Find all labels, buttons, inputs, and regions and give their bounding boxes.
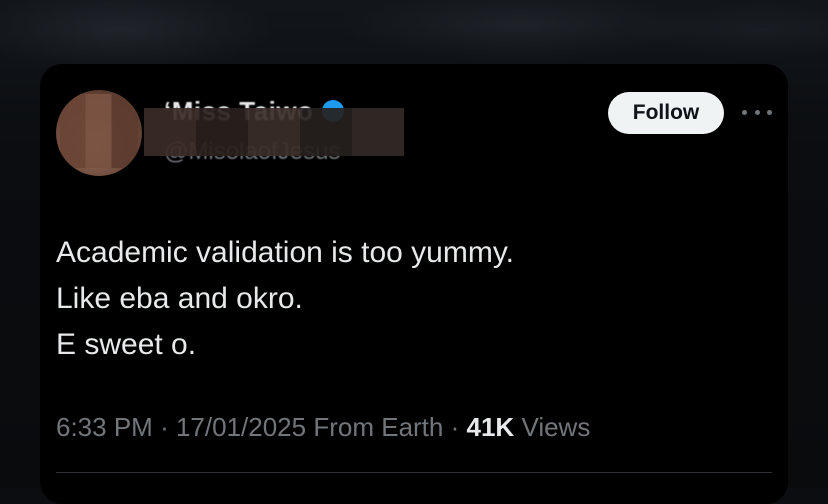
tweet-time[interactable]: 6:33 PM — [56, 412, 153, 442]
tweet-line: E sweet o. — [56, 328, 197, 361]
views-count[interactable]: 41K — [467, 412, 515, 442]
meta-separator: · — [450, 412, 460, 442]
tweet-card: ‘Miss Taiwo @MisolaofJesus Follow Academ… — [40, 64, 788, 504]
divider — [56, 472, 772, 473]
tweet-date[interactable]: 17/01/2025 — [176, 412, 306, 442]
more-dot — [754, 109, 760, 115]
views-label[interactable]: Views — [521, 412, 590, 442]
tweet-line: Like eba and okro. — [56, 282, 303, 315]
avatar-censor-blur — [60, 94, 138, 168]
tweet-source: From Earth — [313, 412, 444, 442]
tweet-meta: 6:33 PM · 17/01/2025 From Earth · 41K Vi… — [56, 412, 590, 443]
more-horizontal-icon[interactable] — [742, 102, 772, 122]
avatar[interactable] — [56, 90, 142, 176]
tweet-text: Academic validation is too yummy. Like e… — [56, 230, 756, 368]
more-dot — [767, 109, 772, 115]
name-censor-overlay — [144, 108, 404, 156]
more-dot — [742, 109, 747, 115]
tweet-line: Academic validation is too yummy. — [56, 236, 514, 269]
meta-separator: · — [160, 412, 169, 442]
follow-button[interactable]: Follow — [608, 92, 724, 134]
